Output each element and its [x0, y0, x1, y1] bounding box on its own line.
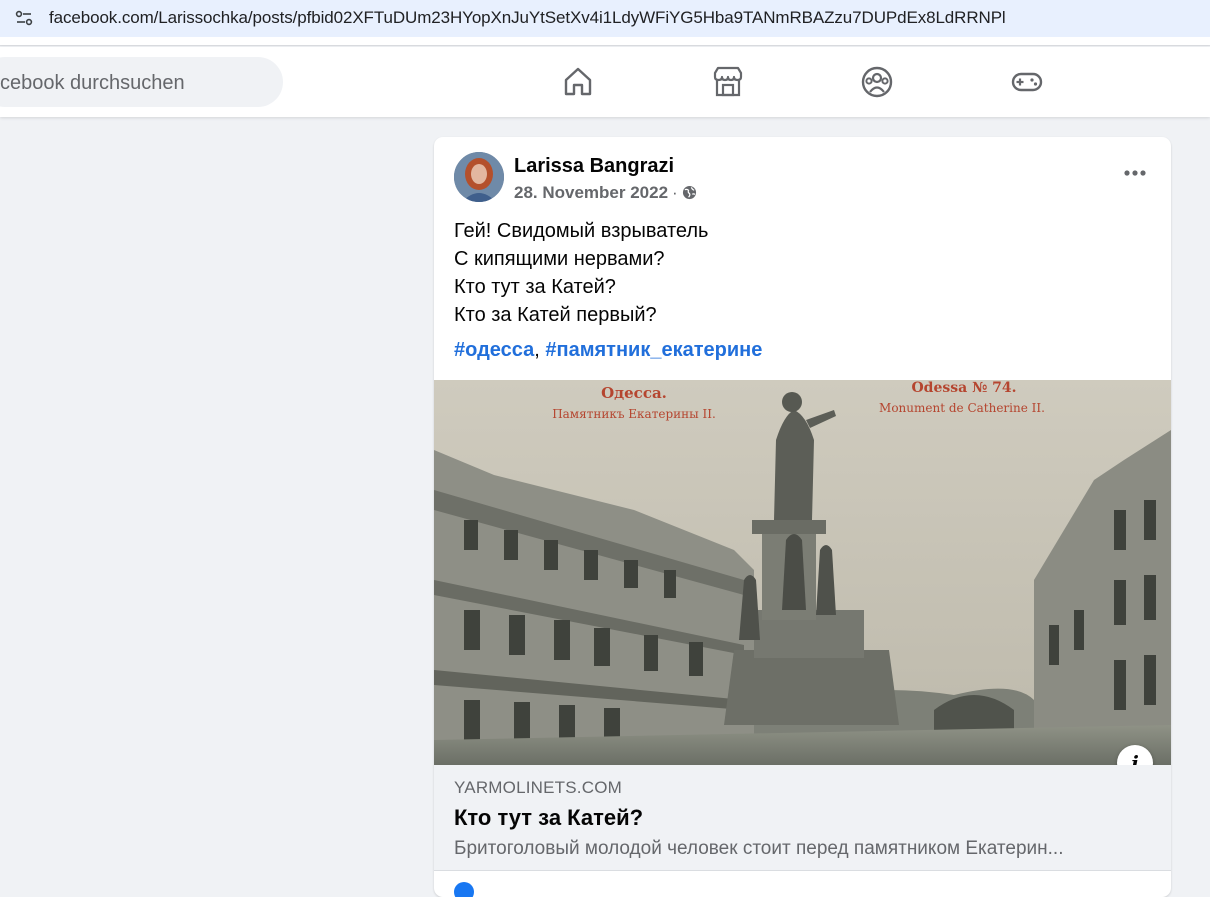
post-text-line: С кипящими нервами? — [454, 248, 665, 270]
home-icon[interactable] — [561, 65, 595, 99]
url-field[interactable]: facebook.com/Larissochka/posts/pfbid02XF… — [0, 0, 1210, 37]
link-domain: YARMOLINETS.COM — [454, 778, 622, 797]
hashtag-link[interactable]: #памятник_екатерине — [545, 339, 762, 361]
post-date[interactable]: 28. November 2022 — [514, 183, 668, 202]
search-placeholder: cebook durchsuchen — [0, 72, 185, 94]
link-preview-image[interactable]: Одесса. Памятникъ Екатерины II. Odessa №… — [434, 380, 1171, 765]
caption-right: Odessa № 74. — [911, 380, 1016, 396]
postcard-illustration: Одесса. Памятникъ Екатерины II. Odessa №… — [434, 380, 1171, 765]
post-text-line: Кто тут за Катей? — [454, 276, 616, 298]
profile-photo — [454, 152, 504, 202]
browser-address-bar: facebook.com/Larissochka/posts/pfbid02XF… — [0, 0, 1210, 46]
hashtags: #одесса, #памятник_екатерине — [454, 339, 762, 362]
post-text-line: Гей! Свидомый взрыватель — [454, 220, 709, 242]
link-description: Бритоголовый молодой человек стоит перед… — [454, 838, 1064, 859]
site-settings-icon[interactable] — [14, 8, 34, 28]
globe-icon[interactable] — [682, 185, 697, 200]
post-text: Гей! Свидомый взрыватель С кипящими нерв… — [454, 217, 708, 329]
meta-separator: · — [672, 183, 678, 202]
avatar[interactable] — [454, 152, 504, 202]
gaming-icon[interactable] — [1010, 65, 1044, 99]
groups-icon[interactable] — [860, 65, 894, 99]
hashtag-link[interactable]: #одесса — [454, 339, 534, 361]
url-text[interactable]: facebook.com/Larissochka/posts/pfbid02XF… — [49, 8, 1006, 28]
caption-left-sub: Памятникъ Екатерины II. — [552, 407, 716, 421]
post-meta: 28. November 2022 · — [514, 183, 697, 203]
post-card: Larissa Bangrazi 28. November 2022 · Гей!… — [434, 137, 1171, 897]
caption-right-sub: Monument de Catherine II. — [879, 401, 1045, 415]
link-title[interactable]: Кто тут за Катей? — [454, 805, 643, 831]
post-text-line: Кто за Катей первый? — [454, 304, 657, 326]
marketplace-icon[interactable] — [711, 65, 745, 99]
post-author[interactable]: Larissa Bangrazi — [514, 155, 674, 178]
search-input[interactable]: cebook durchsuchen — [0, 57, 283, 107]
hashtag-separator: , — [534, 339, 540, 361]
facebook-top-bar: cebook durchsuchen — [0, 47, 1210, 117]
link-preview[interactable]: YARMOLINETS.COM Кто тут за Катей? Бритог… — [434, 765, 1171, 871]
reaction-icon — [454, 882, 474, 897]
more-options-icon[interactable] — [1119, 161, 1151, 185]
caption-left: Одесса. — [601, 384, 667, 402]
